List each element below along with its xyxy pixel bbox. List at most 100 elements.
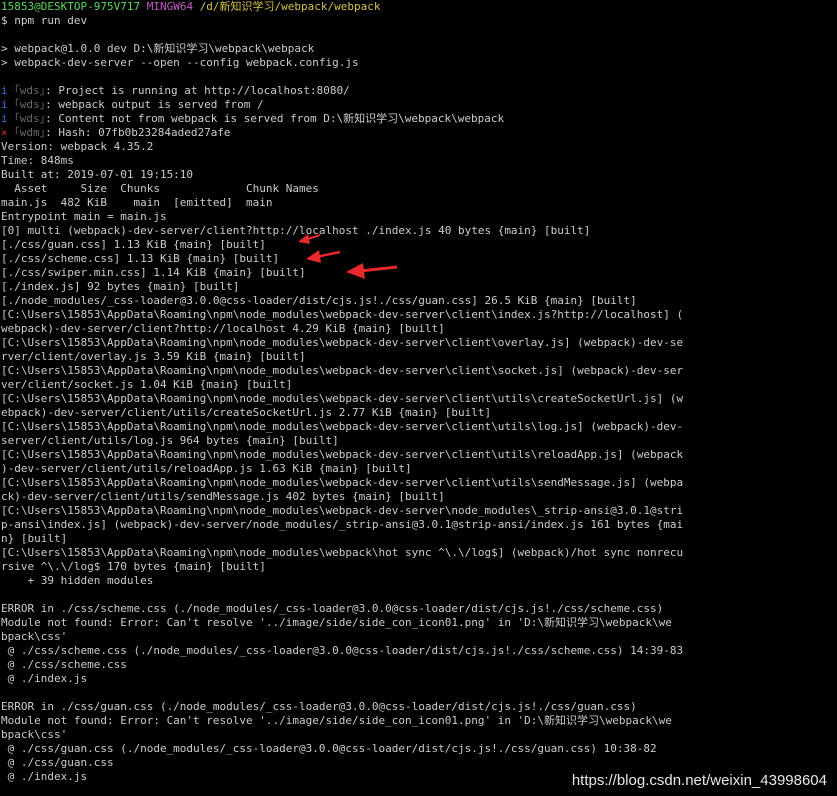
terminal-line: ver/client/socket.js 1.04 KiB {main} [bu… <box>1 378 837 392</box>
terminal-text: [C:\Users\15853\AppData\Roaming\npm\node… <box>1 504 684 517</box>
terminal-line: [C:\Users\15853\AppData\Roaming\npm\node… <box>1 448 837 462</box>
terminal-line: i ｢wds｣: Content not from webpack is ser… <box>1 112 837 126</box>
terminal-line: > webpack@1.0.0 dev D:\新知识学习\webpack\web… <box>1 42 837 56</box>
terminal-line: Built at: 2019-07-01 19:15:10 <box>1 168 837 182</box>
terminal-text: Version: webpack 4.35.2 <box>1 140 154 153</box>
terminal-text: Asset Size Chunks Chunk Names <box>1 182 319 195</box>
terminal-line: )-dev-server/client/utils/reloadApp.js 1… <box>1 462 837 476</box>
terminal-text: [C:\Users\15853\AppData\Roaming\npm\node… <box>1 392 684 405</box>
terminal-text: Module not found: Error: Can't resolve '… <box>1 616 672 629</box>
terminal-text: ｢wds｣ <box>14 112 46 125</box>
terminal-text: ｢wds｣ <box>14 84 46 97</box>
terminal-text: n} [built] <box>1 532 68 545</box>
terminal-line: [C:\Users\15853\AppData\Roaming\npm\node… <box>1 546 837 560</box>
terminal-text: bpack\css' <box>1 728 68 741</box>
terminal-text: [C:\Users\15853\AppData\Roaming\npm\node… <box>1 308 684 321</box>
terminal-line: [C:\Users\15853\AppData\Roaming\npm\node… <box>1 420 837 434</box>
terminal-text: Built at: 2019-07-01 19:15:10 <box>1 168 194 181</box>
terminal-text: i <box>1 112 15 125</box>
terminal-text: ck)-dev-server/client/utils/sendMessage.… <box>1 490 445 503</box>
terminal-text: [./css/swiper.min.css] 1.14 KiB {main} [… <box>1 266 306 279</box>
terminal-text: @ ./index.js <box>1 672 88 685</box>
terminal-line: @ ./index.js <box>1 672 837 686</box>
terminal-text: i <box>1 98 15 111</box>
terminal-text: [C:\Users\15853\AppData\Roaming\npm\node… <box>1 476 684 489</box>
terminal-line: Entrypoint main = main.js <box>1 210 837 224</box>
terminal-text: )-dev-server/client/utils/reloadApp.js 1… <box>1 462 412 475</box>
terminal-text: ERROR in ./css/guan.css (./node_modules/… <box>1 700 637 713</box>
terminal-line: server/client/utils/log.js 964 bytes {ma… <box>1 434 837 448</box>
terminal-text: : Content not from webpack is served fro… <box>45 112 505 125</box>
terminal-text: ebpack)-dev-server/client/utils/createSo… <box>1 406 492 419</box>
terminal-line: [C:\Users\15853\AppData\Roaming\npm\node… <box>1 308 837 322</box>
terminal-line: main.js 482 KiB main [emitted] main <box>1 196 837 210</box>
terminal-text: 15853@DESKTOP-975V717 <box>1 0 147 13</box>
terminal-line: [C:\Users\15853\AppData\Roaming\npm\node… <box>1 392 837 406</box>
terminal-line: [./node_modules/_css-loader@3.0.0@css-lo… <box>1 294 837 308</box>
terminal-line: [C:\Users\15853\AppData\Roaming\npm\node… <box>1 364 837 378</box>
terminal-line: @ ./css/scheme.css (./node_modules/_css-… <box>1 644 837 658</box>
terminal-line: @ ./css/guan.css <box>1 756 837 770</box>
terminal-line: [C:\Users\15853\AppData\Roaming\npm\node… <box>1 476 837 490</box>
terminal-line: ERROR in ./css/guan.css (./node_modules/… <box>1 700 837 714</box>
terminal-text: Time: 848ms <box>1 154 74 167</box>
terminal-line: p-ansi\index.js] (webpack)-dev-server/no… <box>1 518 837 532</box>
terminal-text: MINGW64 <box>146 0 200 13</box>
terminal-line: i ｢wds｣: webpack output is served from / <box>1 98 837 112</box>
terminal-line: Version: webpack 4.35.2 <box>1 140 837 154</box>
terminal-line: [C:\Users\15853\AppData\Roaming\npm\node… <box>1 336 837 350</box>
terminal-text: server/client/utils/log.js 964 bytes {ma… <box>1 434 339 447</box>
terminal-line: bpack\css' <box>1 728 837 742</box>
terminal-text: p-ansi\index.js] (webpack)-dev-server/no… <box>1 518 684 531</box>
terminal-text: $ npm run dev <box>1 14 88 27</box>
terminal-line: Module not found: Error: Can't resolve '… <box>1 616 837 630</box>
terminal-text: [C:\Users\15853\AppData\Roaming\npm\node… <box>1 420 684 433</box>
terminal-line: Asset Size Chunks Chunk Names <box>1 182 837 196</box>
terminal-text: [C:\Users\15853\AppData\Roaming\npm\node… <box>1 546 684 559</box>
terminal-text: ｢wds｣ <box>14 98 46 111</box>
terminal-text: rsive ^\.\/log$ 170 bytes {main} [built] <box>1 560 266 573</box>
terminal-text: : Project is running at http://localhost… <box>45 84 350 97</box>
terminal-line: 15853@DESKTOP-975V717 MINGW64 /d/新知识学习/w… <box>1 0 837 14</box>
terminal-text: rver/client/overlay.js 3.59 KiB {main} [… <box>1 350 306 363</box>
terminal-line: n} [built] <box>1 532 837 546</box>
terminal-text: [./css/scheme.css] 1.13 KiB {main} [buil… <box>1 252 280 265</box>
terminal-text: @ ./css/guan.css <box>1 756 114 769</box>
terminal-line: [0] multi (webpack)-dev-server/client?ht… <box>1 224 837 238</box>
terminal-text: @ ./css/scheme.css <box>1 658 127 671</box>
terminal-text: > webpack-dev-server --open --config web… <box>1 56 359 69</box>
terminal-text: /d/新知识学习/webpack/webpack <box>199 0 381 13</box>
terminal-line: bpack\css' <box>1 630 837 644</box>
terminal-text: i <box>1 84 15 97</box>
terminal-text: : webpack output is served from / <box>45 98 264 111</box>
terminal-line: $ npm run dev <box>1 14 837 28</box>
terminal-text: @ ./css/guan.css (./node_modules/_css-lo… <box>1 742 657 755</box>
terminal-line: rver/client/overlay.js 3.59 KiB {main} [… <box>1 350 837 364</box>
terminal-text: × <box>1 126 15 139</box>
terminal-line: [./index.js] 92 bytes {main} [built] <box>1 280 837 294</box>
terminal-text: @ ./index.js <box>1 770 88 783</box>
terminal-text: [C:\Users\15853\AppData\Roaming\npm\node… <box>1 364 684 377</box>
terminal-line: ERROR in ./css/scheme.css (./node_module… <box>1 602 837 616</box>
terminal-text: bpack\css' <box>1 630 68 643</box>
terminal-text: [./index.js] 92 bytes {main} [built] <box>1 280 240 293</box>
terminal-text: [./css/guan.css] 1.13 KiB {main} [built] <box>1 238 266 251</box>
terminal-line: Time: 848ms <box>1 154 837 168</box>
terminal-text: [./node_modules/_css-loader@3.0.0@css-lo… <box>1 294 637 307</box>
terminal-line: ck)-dev-server/client/utils/sendMessage.… <box>1 490 837 504</box>
terminal-text: @ ./css/scheme.css (./node_modules/_css-… <box>1 644 684 657</box>
terminal-text: [0] multi (webpack)-dev-server/client?ht… <box>1 224 591 237</box>
terminal-text: Module not found: Error: Can't resolve '… <box>1 714 672 727</box>
terminal-line: × ｢wdm｣: Hash: 07fb0b23284aded27afe <box>1 126 837 140</box>
terminal-text: webpack)-dev-server/client?http://localh… <box>1 322 445 335</box>
terminal-text: ｢wdm｣ <box>14 126 46 139</box>
terminal-line: rsive ^\.\/log$ 170 bytes {main} [built] <box>1 560 837 574</box>
terminal-line: [./css/guan.css] 1.13 KiB {main} [built] <box>1 238 837 252</box>
terminal-text: [C:\Users\15853\AppData\Roaming\npm\node… <box>1 448 684 461</box>
terminal-text: [C:\Users\15853\AppData\Roaming\npm\node… <box>1 336 684 349</box>
terminal-text: main.js 482 KiB main [emitted] main <box>1 196 273 209</box>
terminal-output: 15853@DESKTOP-975V717 MINGW64 /d/新知识学习/w… <box>0 0 837 796</box>
